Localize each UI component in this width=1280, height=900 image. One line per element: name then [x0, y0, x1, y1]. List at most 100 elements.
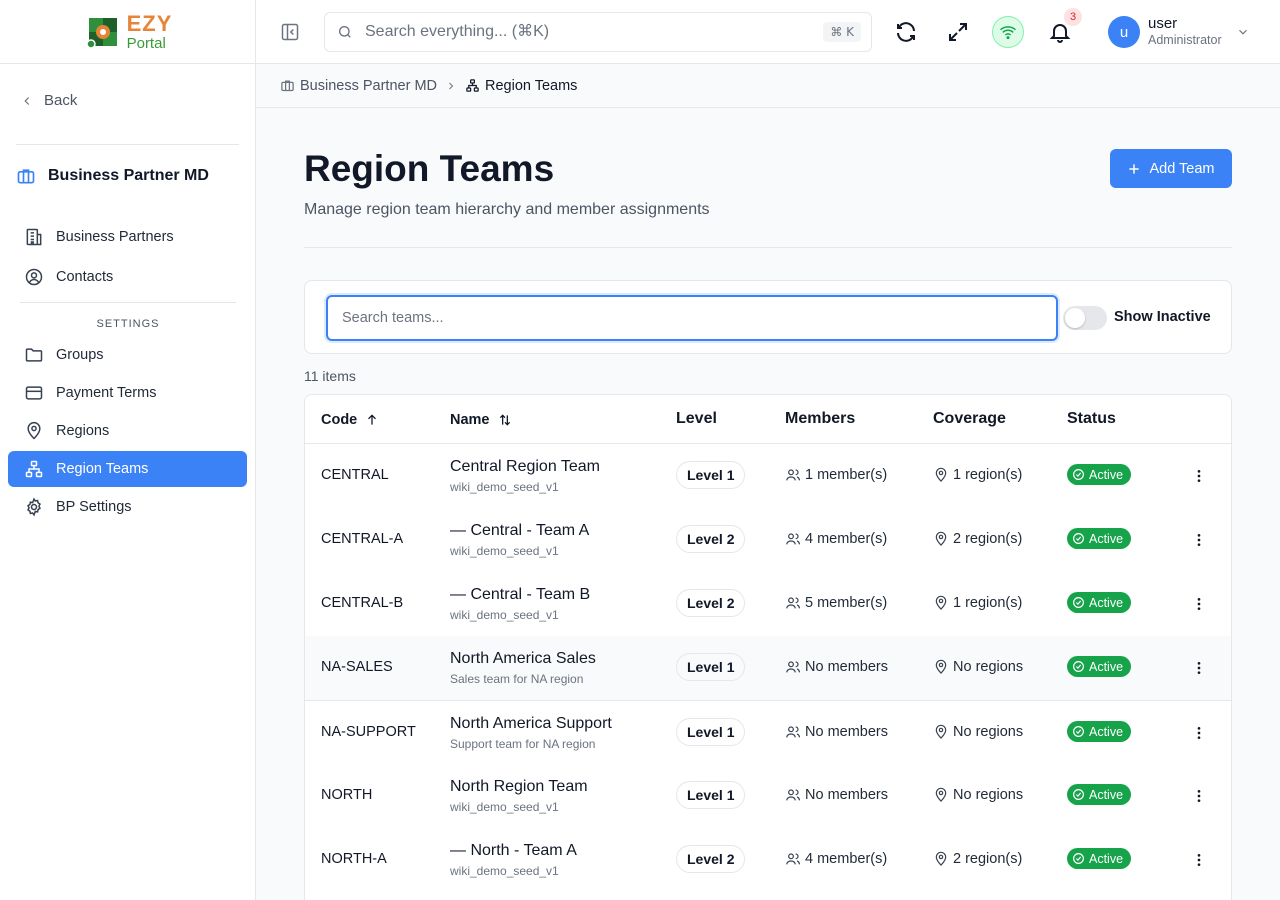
check-circle-icon — [1073, 661, 1084, 672]
status-label: Active — [1089, 787, 1124, 802]
sort-toggle-icon[interactable] — [498, 413, 512, 427]
sidebar-item-regions[interactable]: Regions — [8, 413, 247, 449]
sidebar-item-label: BP Settings — [56, 499, 132, 515]
users-icon — [786, 597, 801, 609]
table-row[interactable]: NORTH-A — North - Team A wiki_demo_seed_v1… — [305, 828, 1231, 892]
status-label: Active — [1089, 659, 1124, 674]
row-actions-button[interactable] — [1189, 466, 1209, 486]
more-vertical-icon — [1197, 790, 1201, 802]
search-icon — [339, 26, 351, 38]
row-actions-button[interactable] — [1189, 723, 1209, 743]
breadcrumb: Business Partner MD Region Teams — [256, 64, 1280, 108]
sort-ascending-icon[interactable] — [365, 413, 379, 427]
more-vertical-icon — [1197, 534, 1201, 546]
more-vertical-icon — [1197, 598, 1201, 610]
sidebar-item-bp-settings[interactable]: BP Settings — [8, 489, 247, 525]
row-name[interactable]: — North - Team A — [450, 842, 577, 860]
row-members: 4 member(s) — [785, 851, 887, 867]
map-pin-icon — [935, 595, 947, 610]
row-description: wiki_demo_seed_v1 — [450, 800, 559, 814]
credit-card-icon — [25, 386, 43, 400]
row-actions-button[interactable] — [1189, 850, 1209, 870]
status-label: Active — [1089, 851, 1124, 866]
table-row[interactable]: NA-SALES North America Sales Sales team fo… — [305, 636, 1231, 700]
sidebar-collapse-icon[interactable] — [280, 22, 300, 42]
column-header-status: Status — [1067, 410, 1116, 427]
column-header-name[interactable]: Name — [450, 412, 512, 428]
breadcrumb-item-business-partner-md[interactable]: Business Partner MD — [280, 78, 437, 94]
row-code: NORTH-A — [321, 851, 387, 867]
column-label: Name — [450, 412, 490, 428]
status-label: Active — [1089, 724, 1124, 739]
row-coverage: 2 region(s) — [933, 531, 1022, 547]
global-search-input[interactable] — [365, 23, 871, 41]
fullscreen-icon[interactable] — [946, 20, 970, 44]
show-inactive-toggle[interactable] — [1063, 306, 1107, 330]
row-description: wiki_demo_seed_v1 — [450, 864, 559, 878]
row-name[interactable]: — Central - Team A — [450, 522, 589, 540]
row-coverage: No regions — [933, 787, 1023, 803]
row-actions-button[interactable] — [1189, 786, 1209, 806]
row-name[interactable]: North America Sales — [450, 650, 596, 668]
sidebar-item-contacts[interactable]: Contacts — [8, 259, 247, 295]
logo[interactable]: EZY Portal — [0, 0, 255, 64]
row-members: 4 member(s) — [785, 531, 887, 547]
status-badge: Active — [1067, 528, 1132, 549]
table-row[interactable]: CENTRAL-B — Central - Team B wiki_demo_see… — [305, 572, 1231, 636]
chevron-down-icon[interactable] — [1236, 25, 1250, 39]
row-name[interactable]: North Region Team — [450, 778, 588, 796]
row-name[interactable]: Central Region Team — [450, 458, 600, 476]
table-row[interactable]: CENTRAL-A — Central - Team A wiki_demo_see… — [305, 508, 1231, 572]
sidebar-item-region-teams[interactable]: Region Teams — [8, 451, 247, 487]
row-code: NA-SUPPORT — [321, 724, 416, 740]
members-label: 4 member(s) — [805, 851, 888, 867]
briefcase-icon — [281, 80, 294, 92]
table-row[interactable]: NORTH North Region Team wiki_demo_seed_v1 L… — [305, 764, 1231, 828]
table-row[interactable]: NA-SUPPORT North America Support Support t… — [305, 700, 1231, 764]
map-pin-icon — [935, 851, 947, 866]
sidebar-item-label: Regions — [56, 423, 110, 439]
row-coverage: 1 region(s) — [933, 467, 1022, 483]
table-row[interactable]: CENTRAL Central Region Team wiki_demo_seed… — [305, 444, 1231, 508]
divider — [304, 247, 1232, 248]
row-name[interactable]: — Central - Team B — [450, 586, 590, 604]
refresh-icon[interactable] — [894, 20, 918, 44]
row-code: CENTRAL-A — [321, 531, 404, 547]
row-name[interactable]: North America Support — [450, 715, 612, 733]
map-pin-icon — [935, 787, 947, 802]
sidebar-item-payment-terms[interactable]: Payment Terms — [8, 375, 247, 411]
connection-status-button[interactable] — [992, 16, 1024, 48]
row-actions-button[interactable] — [1189, 658, 1209, 678]
status-label: Active — [1089, 467, 1124, 482]
column-header-code[interactable]: Code — [321, 412, 379, 428]
sidebar-item-business-partners[interactable]: Business Partners — [8, 219, 247, 255]
page-subtitle: Manage region team hierarchy and member … — [304, 201, 710, 218]
user-menu[interactable]: user Administrator — [1148, 15, 1222, 48]
map-pin-icon — [935, 531, 947, 546]
sidebar-item-label: Region Teams — [56, 461, 149, 477]
breadcrumb-label: Business Partner MD — [300, 77, 437, 94]
module-title: Business Partner MD — [16, 166, 209, 186]
global-search[interactable]: ⌘ K — [324, 12, 872, 52]
map-pin-icon — [27, 421, 41, 440]
avatar[interactable]: u — [1108, 16, 1140, 48]
back-button[interactable]: Back — [20, 92, 77, 109]
sidebar-item-groups[interactable]: Groups — [8, 337, 247, 373]
row-actions-button[interactable] — [1189, 530, 1209, 550]
add-team-button[interactable]: Add Team — [1110, 149, 1232, 188]
more-vertical-icon — [1197, 662, 1201, 674]
row-members: 1 member(s) — [785, 467, 887, 483]
row-members: No members — [785, 659, 888, 675]
row-members: No members — [785, 724, 888, 740]
level-badge: Level 1 — [676, 653, 746, 681]
chevron-left-icon — [24, 96, 30, 105]
team-search-input[interactable] — [326, 295, 1058, 341]
column-header-coverage: Coverage — [933, 410, 1006, 427]
level-badge: Level 1 — [676, 461, 746, 489]
check-circle-icon — [1073, 789, 1084, 800]
breadcrumb-label: Region Teams — [485, 77, 578, 94]
sidebar-item-label: Payment Terms — [56, 385, 157, 401]
sidebar-item-label: Groups — [56, 347, 104, 363]
row-actions-button[interactable] — [1189, 594, 1209, 614]
level-badge: Level 2 — [676, 589, 746, 617]
